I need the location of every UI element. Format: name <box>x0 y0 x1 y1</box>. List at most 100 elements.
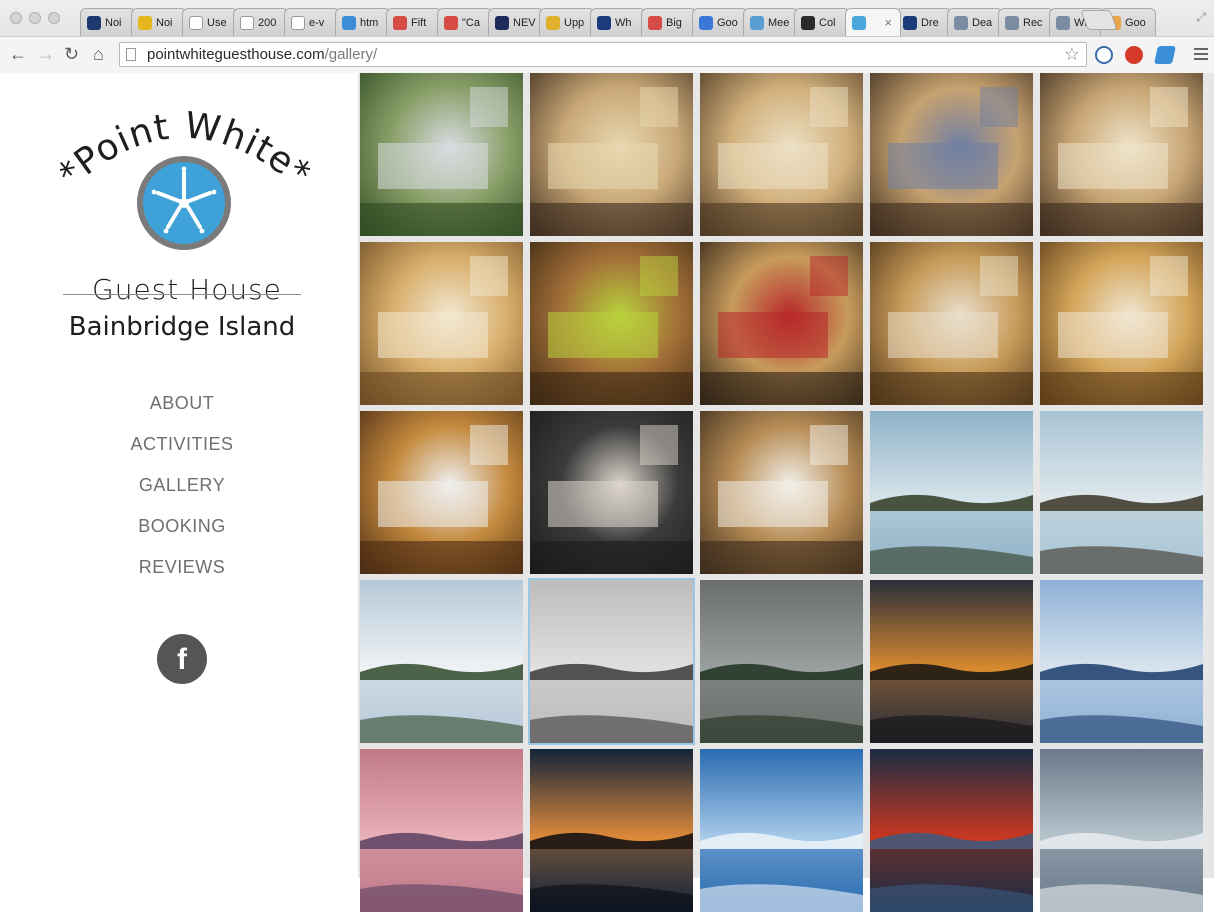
tab-favicon-icon <box>342 15 356 30</box>
gallery-photo[interactable] <box>1040 73 1203 236</box>
browser-tab[interactable]: Noi <box>80 8 136 36</box>
browser-tab[interactable]: Rec <box>998 8 1054 36</box>
gallery-photo[interactable] <box>1040 411 1203 574</box>
zoom-window-button[interactable] <box>48 12 60 24</box>
gallery-photo[interactable] <box>870 411 1033 574</box>
gallery-photo[interactable] <box>870 749 1033 912</box>
browser-tab[interactable]: Upp <box>539 8 595 36</box>
tab-favicon-icon <box>393 15 407 30</box>
tab-favicon-icon <box>648 15 662 30</box>
browser-tab[interactable]: Wh <box>590 8 646 36</box>
browser-tab[interactable]: Use <box>182 8 238 36</box>
tab-title: Fift <box>411 16 427 29</box>
browser-tab[interactable]: Noi <box>131 8 187 36</box>
gallery-photo[interactable] <box>360 749 523 912</box>
gallery-photo[interactable] <box>870 73 1033 236</box>
tab-title: Col <box>819 16 836 29</box>
tab-favicon-icon <box>495 15 509 30</box>
tab-title: "Ca <box>462 16 480 29</box>
close-window-button[interactable] <box>10 12 22 24</box>
extension-icon[interactable] <box>1154 46 1176 64</box>
tab-favicon-icon <box>801 15 815 30</box>
tab-title: htm <box>360 16 379 29</box>
minimize-window-button[interactable] <box>29 12 41 24</box>
gallery-photo[interactable] <box>530 749 693 912</box>
gallery-photo[interactable] <box>530 73 693 236</box>
logo-subtitle: Guest House <box>92 273 282 306</box>
close-tab-icon[interactable]: × <box>884 15 892 30</box>
gallery-photo[interactable] <box>700 73 863 236</box>
url-path: /gallery/ <box>324 46 378 63</box>
gallery-photo[interactable] <box>1040 242 1203 405</box>
url-text[interactable]: pointwhiteguesthouse.com/gallery/ <box>147 46 377 63</box>
adblock-extension-icon[interactable] <box>1125 46 1143 64</box>
tab-title: Use <box>207 16 227 29</box>
browser-tab[interactable]: htm <box>335 8 391 36</box>
address-bar[interactable]: pointwhiteguesthouse.com/gallery/ ☆ <box>119 42 1087 67</box>
browser-tab[interactable]: "Ca <box>437 8 493 36</box>
browser-tab[interactable]: Dea <box>947 8 1003 36</box>
site-tagline: Bainbridge Island <box>68 312 296 342</box>
page-icon <box>126 48 136 61</box>
skype-extension-icon[interactable] <box>1095 46 1113 64</box>
gallery-photo[interactable] <box>870 580 1033 743</box>
gallery-photo[interactable] <box>870 242 1033 405</box>
tab-favicon-icon <box>597 15 611 30</box>
browser-tab[interactable]: Mee <box>743 8 799 36</box>
nav-gallery[interactable]: GALLERY <box>0 472 364 513</box>
tab-title: NEV <box>513 16 536 29</box>
gallery-photo[interactable] <box>360 411 523 574</box>
facebook-icon[interactable]: f <box>157 634 207 684</box>
reload-button[interactable]: ↻ <box>64 44 79 64</box>
gallery-photo[interactable] <box>700 411 863 574</box>
gallery-photo[interactable] <box>360 73 523 236</box>
gallery-photo[interactable] <box>1040 749 1203 912</box>
tab-favicon-icon <box>546 15 560 30</box>
bookmark-star-icon[interactable]: ☆ <box>1064 44 1080 65</box>
gallery-photo[interactable] <box>700 242 863 405</box>
photo-gallery <box>358 73 1214 912</box>
site-nav: ABOUT ACTIVITIES GALLERY BOOKING REVIEWS <box>0 390 364 595</box>
tab-title: Dre <box>921 16 939 29</box>
tab-title: Goo <box>1125 16 1146 29</box>
gallery-photo[interactable] <box>530 580 693 743</box>
home-button[interactable]: ⌂ <box>93 44 104 64</box>
browser-tab[interactable]: e-v <box>284 8 340 36</box>
nav-booking[interactable]: BOOKING <box>0 513 364 554</box>
browser-tab[interactable]: 200 <box>233 8 289 36</box>
browser-tab[interactable]: Fift <box>386 8 442 36</box>
browser-tab[interactable]: Goo <box>692 8 748 36</box>
gallery-photo[interactable] <box>360 580 523 743</box>
gallery-photo[interactable] <box>530 242 693 405</box>
gallery-photo[interactable] <box>1040 580 1203 743</box>
gallery-photo[interactable] <box>360 242 523 405</box>
site-logo[interactable]: *Point White* <box>60 103 310 306</box>
gallery-photo[interactable] <box>700 580 863 743</box>
back-button[interactable]: ← <box>9 44 27 64</box>
tab-title: e-v <box>309 16 325 29</box>
tab-title: Noi <box>105 16 122 29</box>
browser-tab[interactable]: NEV <box>488 8 544 36</box>
tab-title: 200 <box>258 16 277 29</box>
browser-tab[interactable]: Big <box>641 8 697 36</box>
tab-title: Big <box>666 16 682 29</box>
browser-tab[interactable]: × <box>845 8 901 36</box>
url-domain: pointwhiteguesthouse.com <box>147 46 325 63</box>
tab-favicon-icon <box>750 15 764 30</box>
tab-title: Rec <box>1023 16 1043 29</box>
nav-reviews[interactable]: REVIEWS <box>0 554 364 595</box>
nav-about[interactable]: ABOUT <box>0 390 364 431</box>
gallery-photo[interactable] <box>530 411 693 574</box>
menu-icon[interactable] <box>1194 45 1208 63</box>
fullscreen-icon[interactable]: ⤢ <box>1196 10 1206 25</box>
divider <box>63 294 301 295</box>
forward-button[interactable]: → <box>37 44 55 64</box>
nav-activities[interactable]: ACTIVITIES <box>0 431 364 472</box>
browser-toolbar: ← → ↻ ⌂ pointwhiteguesthouse.com/gallery… <box>0 36 1214 73</box>
tab-favicon-icon <box>240 15 254 30</box>
browser-tab[interactable]: Dre <box>896 8 952 36</box>
page-content: *Point White* <box>0 73 1214 912</box>
gallery-photo[interactable] <box>700 749 863 912</box>
browser-tab[interactable]: Col <box>794 8 850 36</box>
tab-title: Wh <box>615 16 632 29</box>
